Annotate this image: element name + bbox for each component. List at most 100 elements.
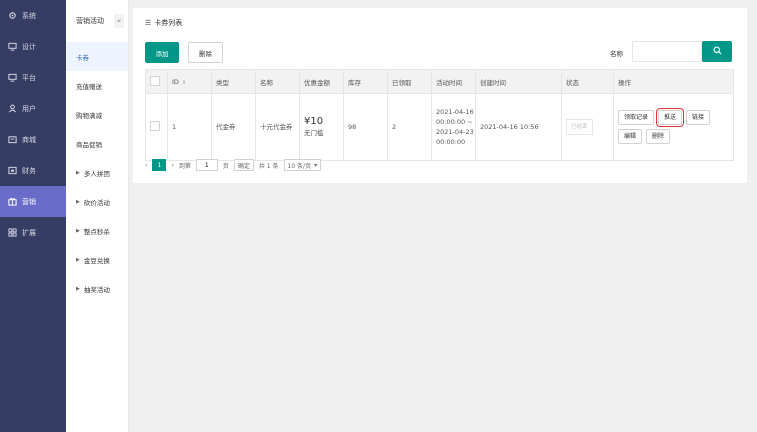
- prev-page-icon[interactable]: ‹: [145, 162, 147, 169]
- subnav-item-label: 多人拼团: [83, 169, 110, 178]
- row-checkbox-cell: [145, 93, 168, 161]
- sidebar-item-finance[interactable]: 财务: [0, 155, 66, 186]
- next-page-icon[interactable]: ›: [171, 162, 173, 169]
- subnav-item-label: 购物满减: [76, 111, 102, 120]
- search-input[interactable]: [632, 41, 702, 62]
- table-header-row: ID ⇕ 类型 名称 优惠金额 库存 已领取 活动时间 创建时间 状态 操作: [145, 69, 734, 94]
- sidebar-item-marketing[interactable]: 营销: [0, 186, 66, 217]
- sidebar-item-label: 设计: [22, 42, 36, 51]
- page-title: ☰ 卡券列表: [145, 18, 182, 28]
- cell-id: 1: [167, 93, 212, 161]
- caret-right-icon: ▶: [76, 227, 80, 234]
- amount-condition: 无门槛: [304, 129, 324, 137]
- row-checkbox[interactable]: [150, 120, 160, 131]
- cell-name: 十元代金券: [255, 93, 300, 161]
- sidebar-item-label: 扩展: [22, 228, 36, 237]
- subnav-item-label: 金豆兑换: [83, 256, 110, 265]
- column-header-type: 类型: [211, 69, 256, 94]
- subnav-item-flash-sale[interactable]: ▶ 整点秒杀: [66, 216, 128, 245]
- caret-right-icon: ▶: [76, 256, 80, 263]
- marketing-icon: [8, 197, 17, 206]
- sidebar-item-label: 营销: [22, 197, 36, 206]
- action-buttons: 领取记录 推送 链接 编辑 删除: [618, 108, 733, 144]
- subnav-item-label: 商品促销: [76, 140, 102, 149]
- subnav-item-full-reduction[interactable]: 购物满减: [66, 100, 128, 129]
- sidebar-item-extend[interactable]: 扩展: [0, 217, 66, 248]
- add-button[interactable]: 添加: [145, 42, 179, 63]
- list-icon: ☰: [145, 19, 152, 27]
- cell-amount: ¥10 无门槛: [299, 93, 344, 161]
- push-button[interactable]: 推送: [656, 108, 685, 127]
- caret-right-icon: ▶: [76, 169, 80, 176]
- page-current[interactable]: 1: [152, 159, 167, 171]
- sidebar-item-label: 平台: [22, 73, 36, 82]
- subnav-item-recharge-gift[interactable]: 充值赠送: [66, 71, 128, 100]
- column-header-stock: 库存: [343, 69, 388, 94]
- monitor-icon: [8, 42, 17, 51]
- amount-value: ¥10: [304, 116, 324, 127]
- pagination: ‹ 1 › 到第 页 确定 共 1 条 10 条/页▾: [145, 159, 326, 171]
- subnav-item-lottery[interactable]: ▶ 抽奖活动: [66, 274, 128, 303]
- status-badge: 已结束: [566, 119, 593, 135]
- gear-icon: [8, 11, 17, 20]
- subnav-item-bargain[interactable]: ▶ 砍价活动: [66, 187, 128, 216]
- subnav-item-label: 充值赠送: [76, 82, 102, 91]
- sidebar-item-label: 商城: [22, 135, 36, 144]
- cell-type: 代金券: [211, 93, 256, 161]
- row-delete-button[interactable]: 删除: [646, 129, 671, 144]
- sidebar-item-label: 财务: [22, 166, 36, 175]
- subnav-item-label: 砍价活动: [83, 198, 110, 207]
- search-button[interactable]: [702, 41, 732, 62]
- search-icon: [712, 46, 722, 57]
- header-checkbox-cell: [145, 69, 168, 94]
- page-size-select[interactable]: 10 条/页 ▾: [283, 159, 322, 171]
- column-header-status: 状态: [561, 69, 614, 94]
- main-sidebar: 系统 设计 平台 用户 商城 财务 营销 扩展: [0, 0, 66, 432]
- cell-status: 已结束: [561, 93, 614, 161]
- subnav-header: 营销活动 «: [66, 0, 128, 42]
- shop-icon: [8, 135, 17, 144]
- wallet-icon: [8, 166, 17, 175]
- subnav-title: 营销活动: [76, 17, 104, 25]
- column-header-actions: 操作: [613, 69, 734, 94]
- select-all-checkbox[interactable]: [150, 75, 160, 86]
- sidebar-item-design[interactable]: 设计: [0, 31, 66, 62]
- delete-button[interactable]: 删除: [188, 42, 223, 63]
- goto-label: 到第: [178, 162, 191, 170]
- subnav-item-label: 整点秒杀: [83, 227, 110, 236]
- subnav-item-bean-exchange[interactable]: ▶ 金豆兑换: [66, 245, 128, 274]
- grid-icon: [8, 228, 17, 237]
- sidebar-item-platform[interactable]: 平台: [0, 62, 66, 93]
- receive-records-button[interactable]: 领取记录: [618, 110, 655, 125]
- subnav-item-coupons[interactable]: 卡券: [66, 42, 128, 71]
- cell-stock: 98: [343, 93, 388, 161]
- goto-page-input[interactable]: [195, 159, 218, 171]
- subnav-item-promotion[interactable]: 商品促销: [66, 129, 128, 158]
- column-header-amount: 优惠金额: [299, 69, 344, 94]
- column-header-created: 创建时间: [475, 69, 562, 94]
- page-title-text: 卡券列表: [154, 19, 183, 27]
- collapse-icon[interactable]: «: [114, 14, 124, 28]
- table-row: 1 代金券 十元代金券 ¥10 无门槛 98 2 2021-04-16 00:0…: [145, 93, 734, 161]
- search-label: 名称: [610, 50, 623, 58]
- sidebar-item-shop[interactable]: 商城: [0, 124, 66, 155]
- column-header-received: 已领取: [387, 69, 432, 94]
- total-count: 共 1 条: [258, 162, 279, 170]
- coupon-list-panel: ☰ 卡券列表 添加 删除 名称 ID ⇕ 类型 名称 优惠金额 库存 已领取 活动…: [133, 8, 747, 183]
- sidebar-item-label: 用户: [22, 104, 36, 113]
- link-button[interactable]: 链接: [686, 110, 711, 125]
- column-header-id[interactable]: ID ⇕: [167, 69, 212, 94]
- sidebar-item-system[interactable]: 系统: [0, 0, 66, 31]
- user-icon: [8, 104, 17, 113]
- sidebar-item-users[interactable]: 用户: [0, 93, 66, 124]
- chevron-down-icon: ▾: [314, 161, 318, 169]
- cell-activity-time: 2021-04-16 00:00:00 ~ 2021-04-23 00:00:0…: [431, 93, 476, 161]
- subnav-item-group-buy[interactable]: ▶ 多人拼团: [66, 158, 128, 187]
- column-header-activity-time: 活动时间: [431, 69, 476, 94]
- sort-icon: ⇕: [181, 79, 187, 86]
- edit-button[interactable]: 编辑: [618, 129, 643, 144]
- caret-right-icon: ▶: [76, 285, 80, 292]
- goto-confirm-button[interactable]: 确定: [233, 159, 254, 171]
- subnav-item-label: 抽奖活动: [83, 285, 110, 294]
- cell-received: 2: [387, 93, 432, 161]
